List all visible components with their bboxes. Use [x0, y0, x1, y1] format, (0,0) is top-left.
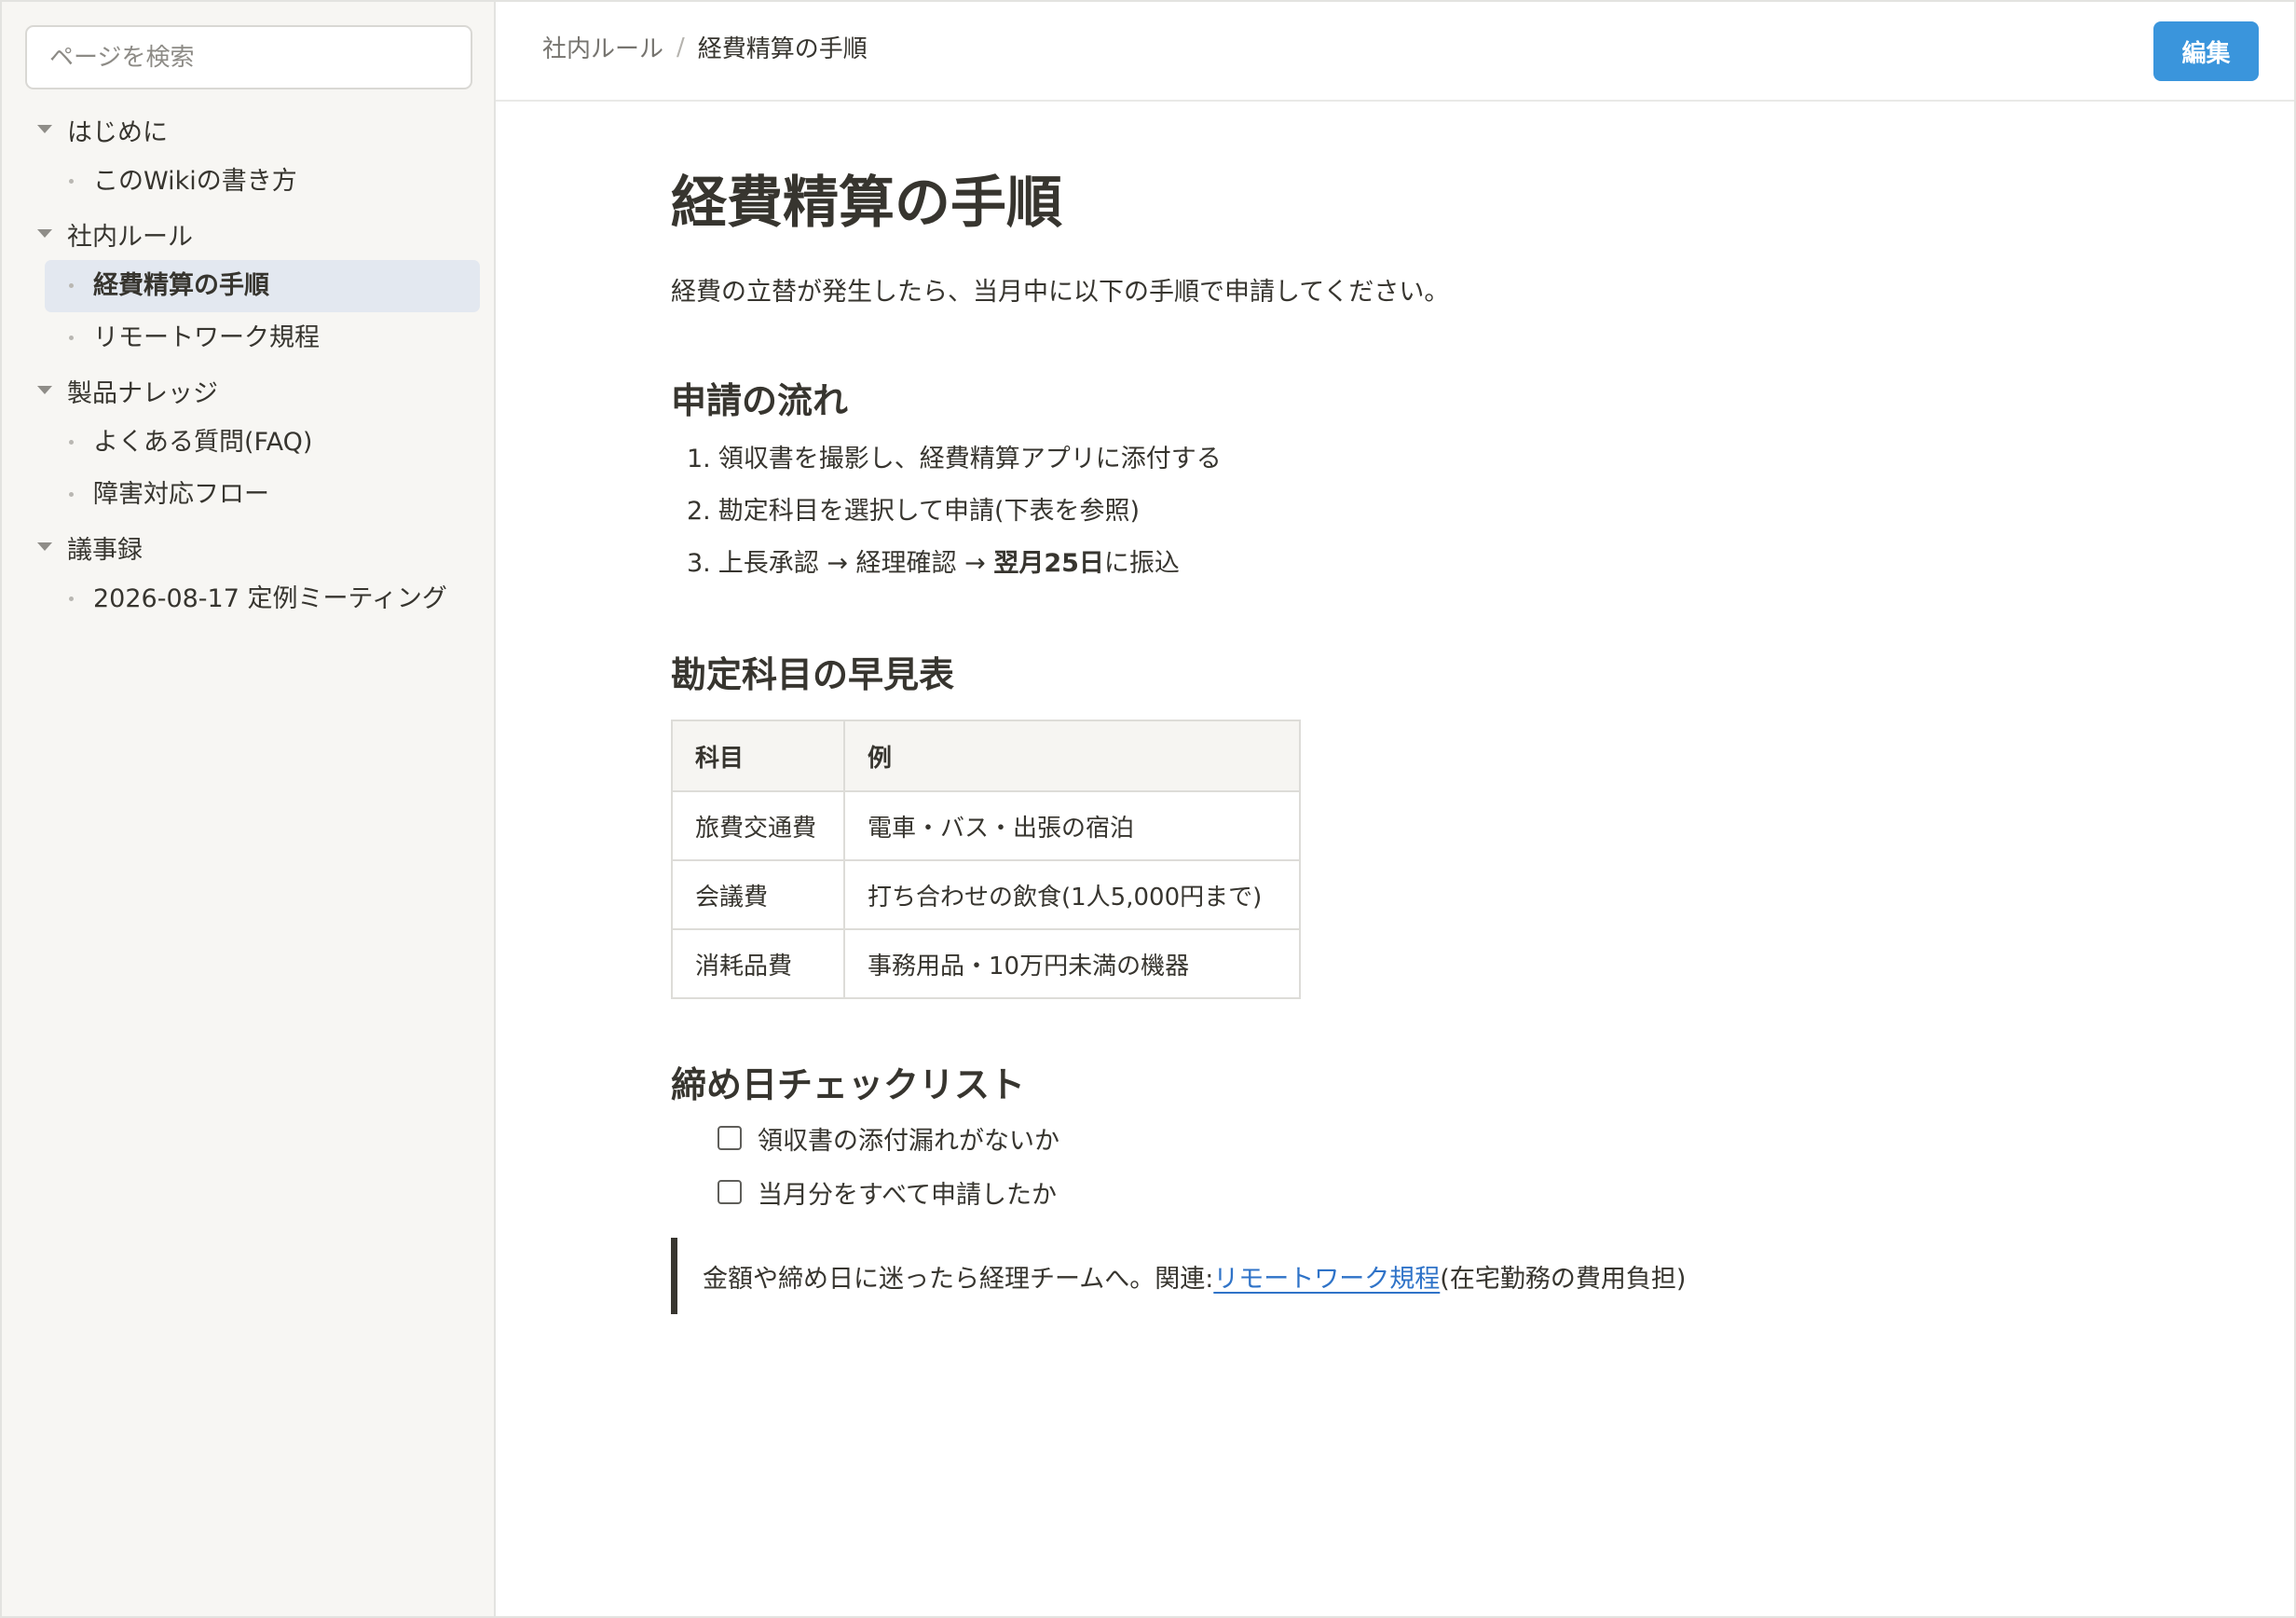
- step-text: 上長承認 → 経理確認 →: [718, 549, 994, 578]
- list-item: 1. 領収書を撮影し、経費精算アプリに添付する: [687, 433, 1222, 486]
- sidebar-item-label: リモートワーク規程: [93, 323, 320, 352]
- steps-list: 1. 領収書を撮影し、経費精算アプリに添付する 2. 勘定科目を選択して申請(下表を…: [687, 433, 1222, 590]
- checklist: 領収書の添付漏れがないか 当月分をすべて申請したか: [718, 1111, 1059, 1219]
- edit-button[interactable]: 編集: [2153, 21, 2259, 81]
- callout-text: 金額や締め日に迷ったら経理チームへ。関連:: [703, 1264, 1214, 1294]
- step-text-bold: 翌月25日: [993, 549, 1104, 578]
- nav-group-label: はじめに: [67, 117, 168, 147]
- sidebar-item-regular-meeting[interactable]: 2026-08-17 定例ミーティング: [45, 573, 480, 625]
- table-row: 旅費交通費 電車・バス・出張の宿泊: [671, 790, 1301, 861]
- callout-quote: 金額や締め日に迷ったら経理チームへ。関連: リモートワーク規程 (在宅勤務の費用負…: [671, 1238, 1686, 1314]
- checklist-item-label: 当月分をすべて申請したか: [758, 1180, 1058, 1210]
- sidebar-item-label: よくある質問(FAQ): [93, 428, 313, 457]
- step-number: 3.: [687, 549, 711, 578]
- bullet-dot-icon: [69, 440, 74, 445]
- sidebar-item-incident-flow[interactable]: 障害対応フロー: [45, 469, 480, 521]
- breadcrumb-parent-link[interactable]: 社内ルール: [542, 30, 663, 64]
- table-header-row: 科目 例: [671, 720, 1301, 792]
- checklist-item: 領収書の添付漏れがないか: [718, 1111, 1059, 1165]
- nav-group-company-rules[interactable]: 社内ルール: [2, 208, 496, 260]
- caret-down-icon[interactable]: [37, 229, 52, 238]
- wiki-app: はじめに このWikiの書き方 社内ルール 経費精算の手順 リモートワーク規程: [0, 0, 2296, 1618]
- table-cell: 打ち合わせの飲食(1人5,000円まで): [843, 859, 1301, 930]
- intro-paragraph: 経費の立替が発生したら、当月中に以下の手順で申請してください。: [671, 278, 1450, 307]
- nav-group-label: 製品ナレッジ: [67, 378, 218, 408]
- checkbox[interactable]: [718, 1126, 742, 1150]
- step-text: 勘定科目を選択して申請(下表を参照): [718, 497, 1141, 526]
- search-box[interactable]: [25, 25, 472, 89]
- sidebar-item-wiki-howto[interactable]: このWikiの書き方: [45, 156, 480, 208]
- sidebar-item-label: このWikiの書き方: [93, 167, 297, 196]
- bullet-dot-icon: [69, 283, 74, 288]
- page-title: 経費精算の手順: [671, 171, 1062, 236]
- table-row: 会議費 打ち合わせの飲食(1人5,000円まで): [671, 859, 1301, 930]
- list-item: 3. 上長承認 → 経理確認 → 翌月25日に振込: [687, 538, 1222, 590]
- table-cell: 旅費交通費: [671, 790, 845, 861]
- nav-group-product-knowledge[interactable]: 製品ナレッジ: [2, 364, 496, 417]
- table-row: 消耗品費 事務用品・10万円未満の機器: [671, 928, 1301, 999]
- nav-group-label: 議事録: [67, 535, 143, 565]
- table-cell: 事務用品・10万円未満の機器: [843, 928, 1301, 999]
- callout-text: (在宅勤務の費用負担): [1440, 1264, 1687, 1294]
- breadcrumb-current: 経費精算の手順: [697, 35, 868, 63]
- bullet-dot-icon: [69, 596, 74, 601]
- page-tree: はじめに このWikiの書き方 社内ルール 経費精算の手順 リモートワーク規程: [2, 103, 496, 625]
- sidebar-item-expense-procedure[interactable]: 経費精算の手順: [45, 260, 480, 312]
- step-number: 2.: [687, 497, 711, 526]
- step-text: に振込: [1103, 549, 1180, 578]
- topbar: 社内ルール / 経費精算の手順 編集: [496, 2, 2294, 102]
- checklist-item: 当月分をすべて申請したか: [718, 1165, 1059, 1219]
- search-input[interactable]: [48, 27, 450, 88]
- nav-group-hajimeni[interactable]: はじめに: [2, 103, 496, 156]
- section-heading-table: 勘定科目の早見表: [671, 654, 955, 695]
- bullet-dot-icon: [69, 336, 74, 340]
- checkbox[interactable]: [718, 1180, 742, 1204]
- sidebar-item-faq[interactable]: よくある質問(FAQ): [45, 417, 480, 469]
- sidebar-item-remote-work-policy[interactable]: リモートワーク規程: [45, 312, 480, 364]
- table-header-cell: 科目: [671, 720, 845, 792]
- caret-down-icon[interactable]: [37, 386, 52, 394]
- sidebar-item-label: 障害対応フロー: [93, 480, 269, 509]
- table-cell: 消耗品費: [671, 928, 845, 999]
- breadcrumb: 社内ルール / 経費精算の手順: [542, 30, 868, 64]
- sidebar: はじめに このWikiの書き方 社内ルール 経費精算の手順 リモートワーク規程: [2, 2, 496, 1616]
- related-page-link[interactable]: リモートワーク規程: [1213, 1258, 1440, 1295]
- table-cell: 会議費: [671, 859, 845, 930]
- table-cell: 電車・バス・出張の宿泊: [843, 790, 1301, 861]
- sidebar-item-label: 2026-08-17 定例ミーティング: [93, 584, 447, 613]
- table-header-cell: 例: [843, 720, 1301, 792]
- step-text: 領収書を撮影し、経費精算アプリに添付する: [718, 445, 1222, 473]
- caret-down-icon[interactable]: [37, 125, 52, 133]
- section-heading-checklist: 締め日チェックリスト: [671, 1064, 1026, 1105]
- sidebar-item-label: 経費精算の手順: [93, 271, 269, 300]
- breadcrumb-separator: /: [676, 33, 685, 62]
- bullet-dot-icon: [69, 179, 74, 184]
- step-number: 1.: [687, 445, 711, 473]
- account-table: 科目 例 旅費交通費 電車・バス・出張の宿泊 会議費 打ち合わせの飲食(1人5,…: [671, 720, 1301, 999]
- bullet-dot-icon: [69, 492, 74, 497]
- list-item: 2. 勘定科目を選択して申請(下表を参照): [687, 486, 1222, 538]
- section-heading-flow: 申請の流れ: [671, 380, 849, 421]
- nav-group-minutes[interactable]: 議事録: [2, 521, 496, 573]
- nav-group-label: 社内ルール: [67, 222, 193, 252]
- caret-down-icon[interactable]: [37, 542, 52, 551]
- checklist-item-label: 領収書の添付漏れがないか: [758, 1126, 1059, 1156]
